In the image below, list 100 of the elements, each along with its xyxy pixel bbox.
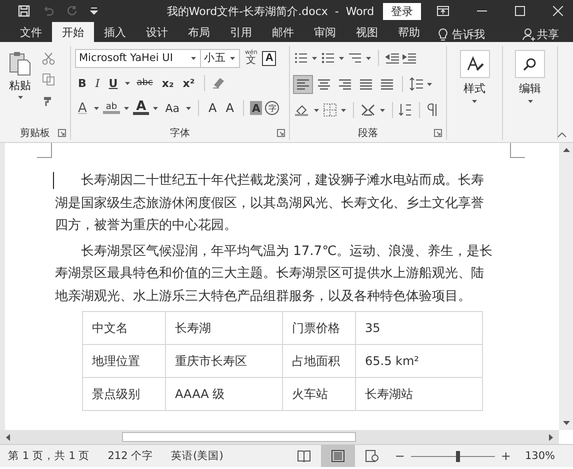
caret-icon[interactable] (16, 95, 24, 100)
scrollbar-thumb[interactable] (122, 432, 356, 442)
clear-format-icon[interactable] (210, 76, 225, 90)
numbering-icon[interactable] (321, 52, 335, 64)
paste-button[interactable]: 粘贴 (0, 46, 36, 126)
table-cell: 35 (356, 312, 482, 344)
table-cell: 景点级别 (82, 378, 166, 410)
collapse-ribbon-icon[interactable] (557, 132, 567, 138)
scissors-icon[interactable] (42, 52, 55, 65)
decrease-indent-icon[interactable] (385, 52, 399, 64)
word-count[interactable]: 212 个字 (108, 449, 154, 463)
shading-icon[interactable] (294, 103, 310, 117)
caret-icon[interactable] (379, 108, 386, 112)
web-layout-icon (364, 450, 379, 462)
bullets-icon[interactable] (294, 52, 308, 64)
line-spacing-icon[interactable] (409, 77, 423, 91)
zoom-out-button[interactable]: − (388, 449, 411, 463)
show-marks-icon[interactable] (426, 103, 438, 117)
font-size-field[interactable]: 小五 (200, 48, 240, 68)
borders-icon[interactable] (323, 103, 337, 117)
format-button[interactable]: x² (180, 74, 198, 92)
ribbon-tab[interactable]: 开始 (52, 22, 94, 42)
close-icon[interactable] (553, 6, 563, 16)
scroll-right-icon[interactable] (549, 434, 554, 440)
caret-icon[interactable] (426, 82, 433, 86)
caret-icon[interactable] (313, 108, 320, 112)
ribbon-tab[interactable]: 帮助 (388, 22, 430, 42)
save-icon[interactable] (18, 5, 30, 17)
sort-icon[interactable] (399, 103, 413, 117)
ribbon-display-icon[interactable] (437, 6, 449, 16)
table-cell: 长寿湖 (166, 312, 282, 344)
scroll-left-icon[interactable] (5, 434, 10, 440)
dialog-launcher-icon[interactable] (434, 129, 442, 137)
caret-icon[interactable] (365, 56, 372, 60)
window-title: 我的Word文件-长寿湖简介.docx - Word (166, 4, 376, 18)
table-cell: 地理位置 (82, 344, 166, 378)
ribbon-tab[interactable]: 邮件 (262, 22, 304, 42)
person-plus-icon[interactable] (522, 28, 535, 41)
caret-icon[interactable] (229, 56, 236, 60)
format-button[interactable]: A (222, 99, 237, 117)
scroll-up-icon[interactable] (562, 147, 570, 152)
vertical-scrollbar[interactable] (559, 143, 573, 430)
caret-icon[interactable] (526, 99, 534, 104)
share-button[interactable]: 共享 (537, 27, 559, 42)
ribbon-tab[interactable]: 视图 (346, 22, 388, 42)
align-button[interactable] (294, 76, 312, 92)
sign-in-button[interactable]: 登录 (383, 2, 421, 20)
scroll-down-icon[interactable] (562, 421, 570, 426)
ribbon-tab[interactable]: 布局 (178, 22, 220, 42)
ribbon-tab[interactable]: 审阅 (304, 22, 346, 42)
increase-indent-icon[interactable] (402, 52, 416, 64)
caret-icon[interactable] (190, 56, 197, 60)
ribbon-tab[interactable]: 引用 (220, 22, 262, 42)
caret-icon[interactable] (92, 106, 100, 110)
caret-icon[interactable] (185, 106, 192, 110)
maximize-icon[interactable] (515, 6, 525, 16)
format-button[interactable]: A (205, 99, 220, 117)
zoom-in-button[interactable]: + (494, 449, 517, 463)
character-border-button[interactable]: A (262, 50, 276, 66)
dialog-launcher-icon[interactable] (277, 129, 285, 137)
caret-icon[interactable] (123, 106, 130, 110)
table-cell: 占地面积 (282, 344, 356, 378)
caret-icon[interactable] (340, 108, 347, 112)
slider-thumb[interactable] (456, 450, 460, 462)
format-button[interactable]: abc (134, 74, 156, 92)
view-button[interactable] (320, 445, 355, 467)
font-name-field[interactable]: Microsoft YaHei UI (75, 48, 201, 68)
format-button[interactable]: A (133, 102, 150, 114)
lightbulb-icon[interactable] (438, 28, 448, 41)
margin-mark (510, 143, 525, 158)
multilevel-list-icon[interactable] (348, 52, 362, 64)
caret-icon[interactable] (152, 106, 160, 110)
customize-icon[interactable] (90, 7, 98, 15)
ribbon-tab[interactable]: 设计 (136, 22, 178, 42)
format-button[interactable]: I (92, 74, 103, 92)
caret-icon[interactable] (338, 56, 345, 60)
format-button[interactable]: A (75, 99, 90, 117)
page-count[interactable]: 第 1 页，共 1 页 (8, 449, 90, 463)
editing-button[interactable]: 编辑 (509, 46, 551, 126)
ribbon-tab[interactable]: 文件 (10, 22, 52, 42)
copy-icon[interactable] (42, 73, 55, 86)
horizontal-scrollbar[interactable] (0, 430, 559, 444)
styles-button[interactable]: 样式 (454, 46, 496, 126)
format-button[interactable]: A (250, 101, 262, 115)
zoom-percentage[interactable]: 130% (524, 450, 555, 462)
caret-icon[interactable] (124, 80, 131, 86)
text-cursor (53, 172, 54, 189)
caret-icon[interactable] (311, 56, 318, 60)
tell-me-link[interactable]: 告诉我 (452, 27, 485, 42)
format-button[interactable]: U (106, 74, 121, 92)
caret-icon[interactable] (471, 99, 478, 104)
format-button[interactable]: x₂ (158, 74, 177, 92)
dialog-launcher-icon[interactable] (58, 129, 66, 137)
format-button[interactable]: Aa (162, 99, 182, 117)
format-button[interactable]: 字 (265, 101, 280, 115)
format-button[interactable]: ab (102, 102, 120, 114)
language-indicator[interactable]: 英语(美国) (171, 449, 224, 463)
ribbon-tab[interactable]: 插入 (94, 22, 136, 42)
format-button[interactable]: B (75, 74, 90, 92)
table-cell: 火车站 (282, 378, 356, 410)
